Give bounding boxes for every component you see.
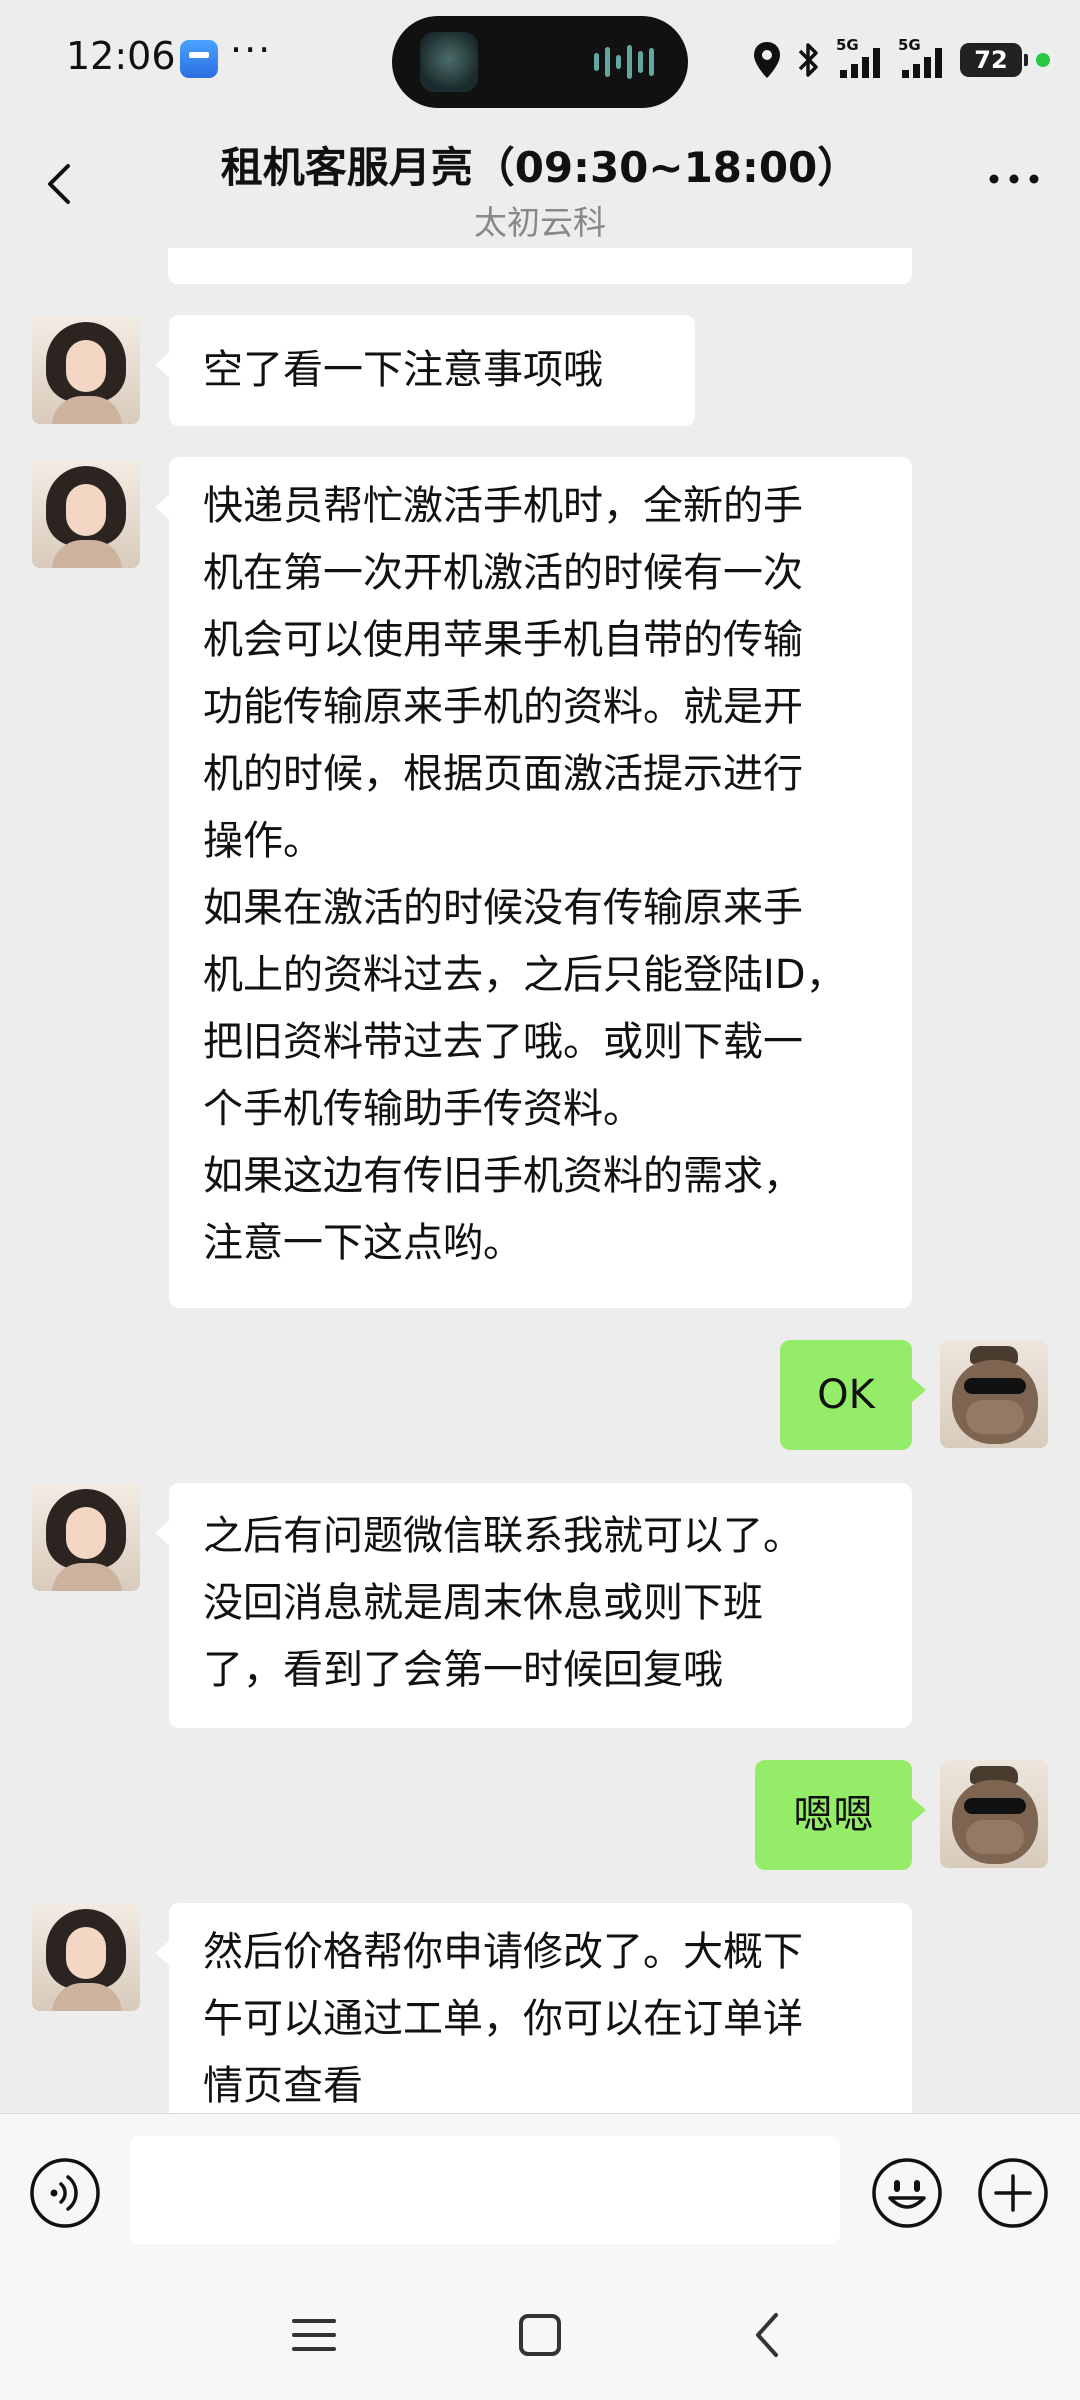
message-bubble[interactable]: 快递员帮忙激活手机时，全新的手 机在第一次开机激活的时候有一次 机会可以使用苹果… [155,457,912,1308]
avatar-me[interactable] [940,1340,1048,1448]
avatar-agent[interactable] [32,460,140,568]
more-notifications-indicator: ··· [230,28,273,72]
message-input[interactable] [130,2136,840,2244]
bluetooth-icon [798,43,818,77]
nav-back-icon[interactable] [738,2305,798,2365]
status-time: 12:06 [66,34,176,78]
app-notification-icon [180,40,218,78]
avatar-agent[interactable] [32,1483,140,1591]
message-bubble-partial [168,248,912,284]
emoji-icon[interactable] [870,2156,944,2230]
dynamic-island[interactable] [392,16,688,108]
message-bubble-own[interactable]: OK [780,1340,926,1450]
plus-icon[interactable] [976,2156,1050,2230]
privacy-indicator-dot [1036,53,1050,67]
battery-level: 72 [974,46,1008,74]
cellular-signal-icon-1: 5G [836,36,884,80]
message-bubble[interactable]: 之后有问题微信联系我就可以了。 没回消息就是周末休息或则下班 了，看到了会第一时… [155,1483,912,1728]
message-list[interactable]: 空了看一下注意事项哦 快递员帮忙激活手机时，全新的手 机在第一次开机激活的时候有… [0,248,1080,2113]
more-icon[interactable] [984,164,1044,194]
system-navigation-bar [0,2273,1080,2400]
battery-icon: 72 [960,43,1028,77]
avatar-me[interactable] [940,1760,1048,1868]
avatar-agent[interactable] [32,316,140,424]
status-icons: 5G 5G 72 [752,30,1050,90]
media-thumbnail [420,32,478,92]
avatar-agent[interactable] [32,1903,140,2011]
message-bubble[interactable]: 然后价格帮你申请修改了。大概下 午可以通过工单，你可以在订单详 情页查看 [155,1903,912,2113]
location-icon [754,42,780,78]
home-icon[interactable] [510,2305,570,2365]
message-bubble[interactable]: 空了看一下注意事项哦 [155,315,695,426]
voice-icon[interactable] [28,2156,102,2230]
chat-subtitle: 太初云科 [474,203,606,242]
status-bar: 12:06 ··· 5G 5G 72 [0,0,1080,120]
input-bar [0,2113,1080,2274]
chat-title: 租机客服月亮（09:30~18:00） [220,143,860,192]
message-bubble-own[interactable]: 嗯嗯 [755,1760,926,1870]
audio-wave-icon [594,42,654,82]
menu-icon[interactable] [284,2305,344,2365]
chat-header: 租机客服月亮（09:30~18:00） 太初云科 [0,120,1080,248]
cellular-signal-icon-2: 5G [898,36,946,80]
